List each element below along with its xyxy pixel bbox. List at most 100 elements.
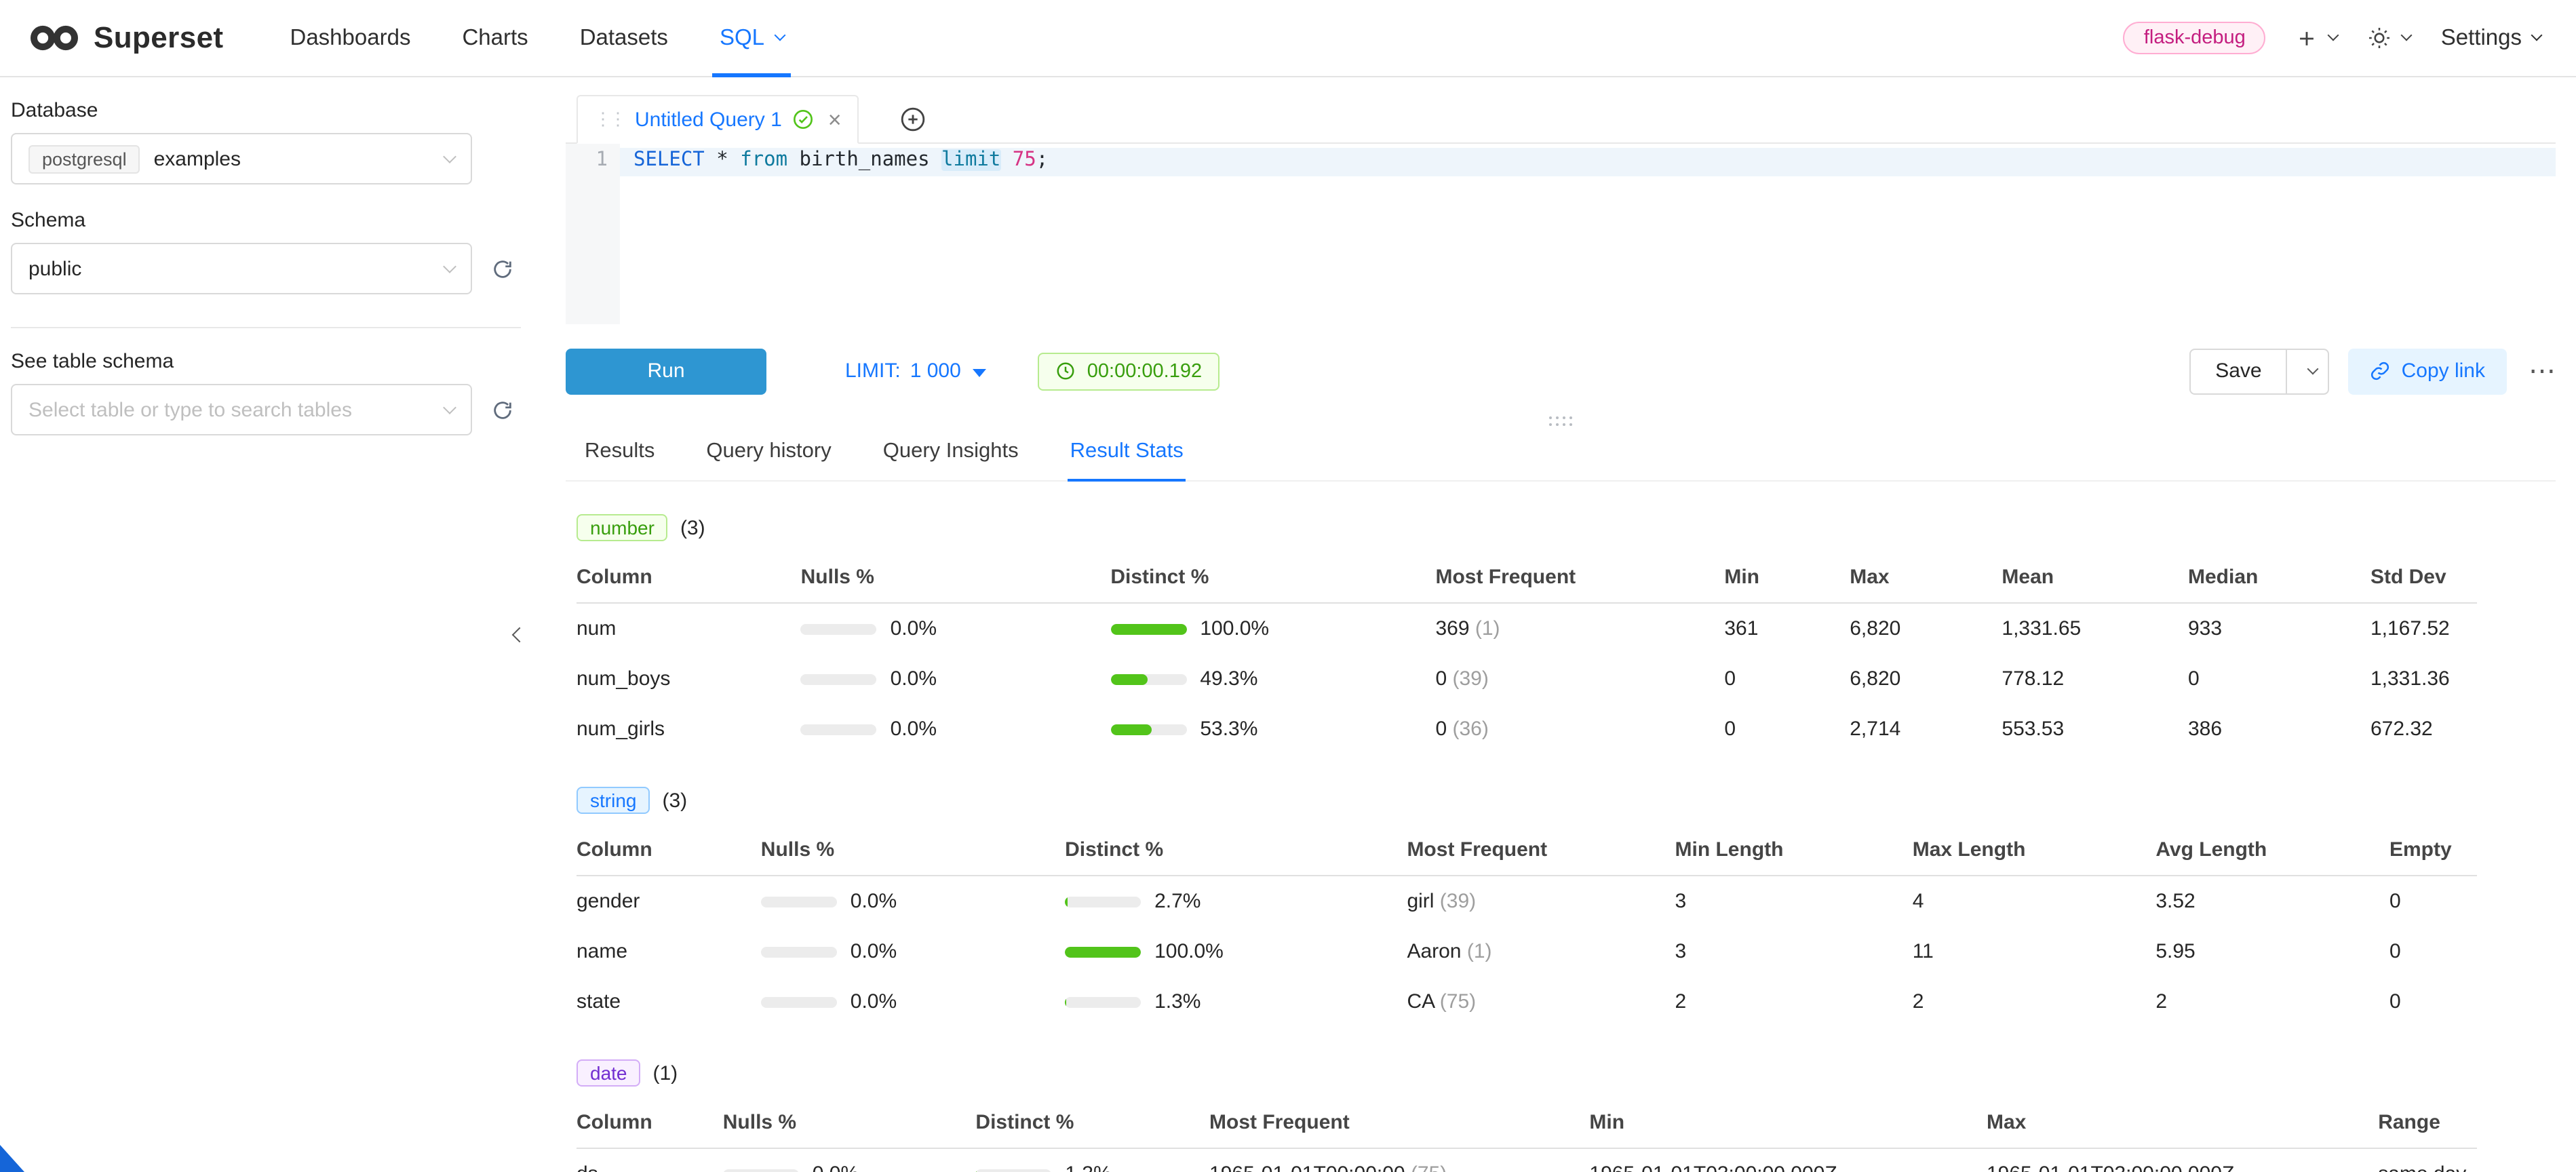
cell-distinct: 1.3%: [1065, 977, 1407, 1028]
column-header: Column: [577, 825, 761, 876]
cell-value: 3: [1675, 876, 1913, 927]
tab-results[interactable]: Results: [582, 428, 657, 481]
table-header-row: ColumnNulls %Distinct %Most FrequentMinM…: [577, 553, 2477, 604]
cell-column-name: ds: [577, 1149, 723, 1172]
main-layout: Database postgresql examples Schema publ…: [0, 77, 2576, 1172]
cell-most-frequent: 1965-01-01T00:00:00 (75): [1209, 1149, 1589, 1172]
cell-nulls: 0.0%: [761, 876, 1065, 927]
sql-keyword: from: [740, 149, 787, 171]
column-header: Max Length: [1913, 825, 2156, 876]
most-frequent-value: CA: [1407, 991, 1434, 1014]
tab-drag-handle-icon[interactable]: ⋮⋮: [594, 109, 624, 130]
column-count: (3): [680, 517, 705, 540]
cell-distinct: 100.0%: [1110, 604, 1435, 655]
cell-value: 361: [1724, 604, 1850, 655]
cell-column-name: name: [577, 927, 761, 977]
line-number: 1: [596, 149, 608, 171]
sql-table-name: birth_names: [787, 149, 941, 171]
nulls-percent-label: 0.0%: [891, 718, 937, 741]
distinct-progressbar: [1065, 897, 1141, 907]
nav-item-charts[interactable]: Charts: [436, 0, 553, 76]
save-button[interactable]: Save: [2189, 348, 2287, 394]
close-tab-icon[interactable]: ×: [828, 108, 842, 131]
tab-query-history[interactable]: Query history: [703, 428, 834, 481]
tab-query-insights[interactable]: Query Insights: [880, 428, 1021, 481]
most-frequent-count: (1): [1462, 941, 1492, 964]
cell-value: 0: [2389, 927, 2477, 977]
resize-grip-handle[interactable]: [1549, 416, 1573, 427]
most-frequent-count: (75): [1405, 1163, 1447, 1172]
cell-column-name: num_boys: [577, 655, 801, 705]
new-item-button[interactable]: [2296, 26, 2338, 50]
tab-result-stats[interactable]: Result Stats: [1068, 428, 1186, 481]
distinct-progressbar: [1110, 624, 1186, 635]
nulls-progressbar: [761, 997, 837, 1008]
column-header: Most Frequent: [1407, 825, 1675, 876]
type-badge-date: date: [577, 1060, 641, 1087]
query-tab-title: Untitled Query 1: [635, 108, 782, 131]
schema-label: Schema: [11, 209, 552, 232]
cell-nulls: 0.0%: [761, 977, 1065, 1028]
brand-name: Superset: [94, 20, 224, 56]
cell-column-name: gender: [577, 876, 761, 927]
cell-value: 6,820: [1850, 655, 2002, 705]
cell-distinct: 1.3%: [975, 1149, 1209, 1172]
schema-select[interactable]: public: [11, 243, 472, 294]
cell-column-name: state: [577, 977, 761, 1028]
column-header: Empty: [2389, 825, 2477, 876]
column-header: Most Frequent: [1435, 553, 1724, 604]
stats-section-number: number(3)ColumnNulls %Distinct %Most Fre…: [577, 515, 2477, 755]
refresh-tables-button[interactable]: [491, 398, 514, 421]
nulls-percent-label: 0.0%: [851, 941, 897, 964]
cell-column-name: num: [577, 604, 801, 655]
cell-value: 3: [1675, 927, 1913, 977]
plus-icon: [2296, 26, 2319, 50]
table-row: num0.0%100.0%369 (1)3616,8201,331.659331…: [577, 604, 2477, 655]
cell-most-frequent: 0 (36): [1435, 705, 1724, 755]
most-frequent-value: 1965-01-01T00:00:00: [1209, 1163, 1405, 1172]
chevron-down-icon: [774, 30, 785, 41]
column-header: Distinct %: [1065, 825, 1407, 876]
progressbar-fill: [975, 1169, 976, 1172]
limit-dropdown[interactable]: LIMIT: 1 000: [845, 359, 987, 383]
refresh-schemas-button[interactable]: [491, 257, 514, 280]
distinct-progressbar: [1110, 724, 1186, 735]
more-actions-button[interactable]: ⋯: [2529, 357, 2556, 385]
nav-item-dashboards[interactable]: Dashboards: [265, 0, 437, 76]
settings-menu[interactable]: Settings: [2441, 25, 2541, 51]
schema-value: public: [28, 257, 81, 280]
nav-item-sql[interactable]: SQL: [694, 0, 809, 76]
chevron-down-icon: [443, 259, 456, 273]
cell-value: 0: [2389, 977, 2477, 1028]
distinct-percent-label: 49.3%: [1200, 668, 1257, 691]
cell-most-frequent: girl (39): [1407, 876, 1675, 927]
table-select[interactable]: [11, 384, 472, 435]
collapse-sidebar-button[interactable]: [509, 617, 530, 652]
limit-label: LIMIT:: [845, 359, 901, 383]
add-tab-button[interactable]: [900, 106, 927, 133]
database-select[interactable]: postgresql examples: [11, 133, 472, 184]
theme-toggle-button[interactable]: [2368, 26, 2411, 50]
cell-distinct: 100.0%: [1065, 927, 1407, 977]
cell-value: 2: [1913, 977, 2156, 1028]
copy-link-button[interactable]: Copy link: [2349, 348, 2507, 394]
nulls-percent-label: 0.0%: [891, 618, 937, 641]
run-button[interactable]: Run: [566, 348, 766, 394]
database-engine-chip: postgresql: [28, 144, 140, 173]
sql-number: 75: [1000, 149, 1036, 171]
sql-keyword-highlighted: limit: [941, 149, 1000, 171]
chevron-down-icon: [2328, 30, 2339, 41]
sql-token: ;: [1036, 149, 1048, 171]
most-frequent-count: (36): [1447, 718, 1489, 741]
environment-tag: flask-debug: [2124, 22, 2266, 54]
nav-item-datasets[interactable]: Datasets: [554, 0, 694, 76]
table-search-input[interactable]: [28, 398, 445, 421]
stats-table-date: ColumnNulls %Distinct %Most FrequentMinM…: [577, 1098, 2477, 1172]
superset-brand[interactable]: Superset: [27, 0, 224, 76]
save-dropdown-button[interactable]: [2286, 348, 2330, 394]
sql-token: *: [705, 149, 740, 171]
most-frequent-count: (1): [1470, 618, 1500, 641]
sql-editor[interactable]: 1 SELECT * from birth_names limit 75;: [566, 144, 2556, 324]
distinct-progressbar: [1065, 947, 1141, 958]
query-tab[interactable]: ⋮⋮ Untitled Query 1 ×: [577, 95, 859, 144]
